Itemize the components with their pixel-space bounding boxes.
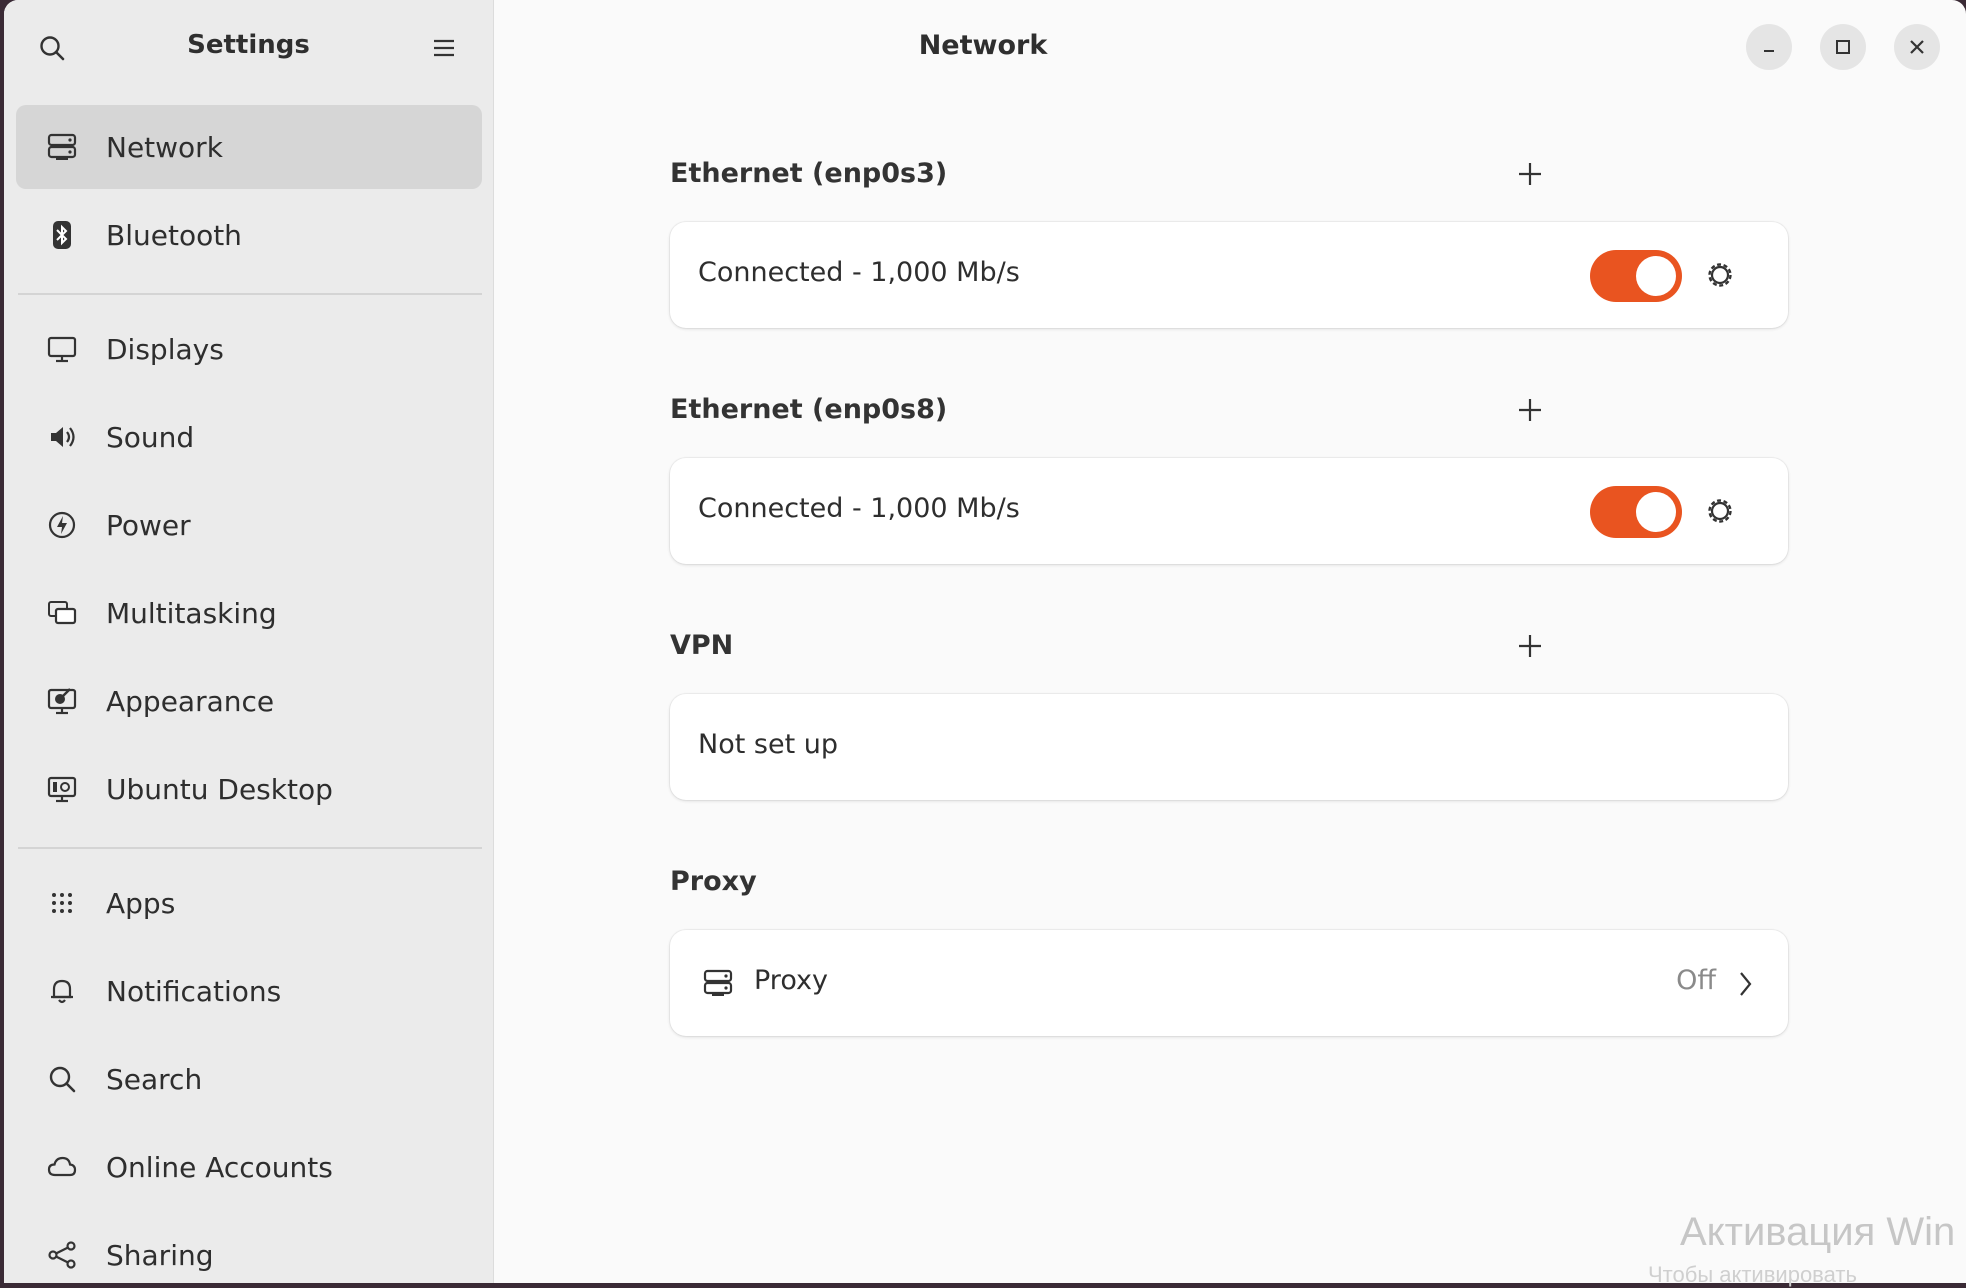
sidebar-item-label: Ubuntu Desktop bbox=[106, 772, 333, 806]
sidebar-item-label: Bluetooth bbox=[106, 218, 242, 252]
proxy-row[interactable]: Proxy Off bbox=[670, 930, 1788, 1036]
main-content: Network Ethernet (enp0s3) Connected - 1,… bbox=[494, 0, 1966, 1283]
sidebar-item-displays[interactable]: Displays bbox=[16, 307, 482, 391]
section-title-proxy: Proxy bbox=[670, 866, 757, 897]
gear-icon bbox=[1708, 499, 1732, 523]
add-vpn-button[interactable] bbox=[1508, 624, 1552, 668]
plus-icon bbox=[1519, 163, 1541, 185]
add-connection-button[interactable] bbox=[1508, 388, 1552, 432]
sidebar-item-label: Online Accounts bbox=[106, 1150, 333, 1184]
connection-toggle[interactable] bbox=[1590, 486, 1682, 538]
sidebar-item-appearance[interactable]: Appearance bbox=[16, 659, 482, 743]
network-icon bbox=[698, 963, 738, 1003]
chevron-right-icon bbox=[1730, 964, 1760, 1004]
share-icon bbox=[42, 1235, 82, 1275]
sidebar-item-label: Power bbox=[106, 508, 191, 542]
minimize-icon bbox=[1764, 50, 1774, 52]
sidebar-item-apps[interactable]: Apps bbox=[16, 861, 482, 945]
sidebar-item-ubuntu-desktop[interactable]: Ubuntu Desktop bbox=[16, 747, 482, 831]
page-title: Network bbox=[918, 30, 1048, 61]
vpn-status: Not set up bbox=[698, 729, 838, 760]
gear-icon bbox=[1708, 263, 1732, 287]
connection-card: Connected - 1,000 Mb/s bbox=[670, 222, 1788, 328]
maximize-icon bbox=[1836, 40, 1850, 54]
proxy-status: Off bbox=[1676, 965, 1716, 996]
close-icon bbox=[1910, 40, 1924, 54]
sidebar-item-multitasking[interactable]: Multitasking bbox=[16, 571, 482, 655]
activation-watermark: Активация Win bbox=[1680, 1210, 1956, 1254]
bell-icon bbox=[42, 971, 82, 1011]
activation-watermark-subtitle: Чтобы активировать bbox=[1648, 1262, 1857, 1287]
sidebar-item-search[interactable]: Search bbox=[16, 1037, 482, 1121]
sidebar-item-label: Search bbox=[106, 1062, 203, 1096]
sidebar-item-power[interactable]: Power bbox=[16, 483, 482, 567]
sidebar-header: Settings bbox=[4, 0, 493, 96]
sidebar-item-sharing[interactable]: Sharing bbox=[16, 1213, 482, 1283]
toggle-knob bbox=[1636, 492, 1676, 532]
connection-card: Connected - 1,000 Mb/s bbox=[670, 458, 1788, 564]
sidebar-item-online-accounts[interactable]: Online Accounts bbox=[16, 1125, 482, 1209]
main-menu-button[interactable] bbox=[424, 28, 464, 68]
ubuntu-desktop-icon bbox=[42, 769, 82, 809]
sidebar-item-label: Notifications bbox=[106, 974, 282, 1008]
section-title-ethernet-enp0s8: Ethernet (enp0s8) bbox=[670, 394, 948, 425]
sidebar: Settings Network Bluetooth Displays Soun… bbox=[4, 0, 494, 1283]
sidebar-item-label: Appearance bbox=[106, 684, 275, 718]
sidebar-title: Settings bbox=[187, 30, 310, 60]
network-icon bbox=[42, 127, 82, 167]
sidebar-item-network[interactable]: Network bbox=[16, 105, 482, 189]
add-connection-button[interactable] bbox=[1508, 152, 1552, 196]
settings-window: Settings Network Bluetooth Displays Soun… bbox=[4, 0, 1966, 1283]
sidebar-item-label: Network bbox=[106, 130, 223, 164]
sidebar-item-label: Sharing bbox=[106, 1238, 214, 1272]
sidebar-separator bbox=[18, 293, 482, 295]
multitasking-icon bbox=[42, 593, 82, 633]
maximize-button[interactable] bbox=[1820, 24, 1866, 70]
speaker-icon bbox=[42, 417, 82, 457]
toggle-knob bbox=[1636, 256, 1676, 296]
bluetooth-icon bbox=[42, 215, 82, 255]
sidebar-item-notifications[interactable]: Notifications bbox=[16, 949, 482, 1033]
hamburger-menu-icon bbox=[434, 39, 454, 57]
plus-icon bbox=[1519, 635, 1541, 657]
connection-status: Connected - 1,000 Mb/s bbox=[698, 493, 1020, 524]
section-title-vpn: VPN bbox=[670, 630, 734, 661]
apps-grid-icon bbox=[42, 883, 82, 923]
section-title-ethernet-enp0s3: Ethernet (enp0s3) bbox=[670, 158, 948, 189]
sidebar-item-label: Multitasking bbox=[106, 596, 277, 630]
plus-icon bbox=[1519, 399, 1541, 421]
cloud-icon bbox=[42, 1147, 82, 1187]
sidebar-item-bluetooth[interactable]: Bluetooth bbox=[16, 193, 482, 277]
sidebar-separator bbox=[18, 847, 482, 849]
connection-toggle[interactable] bbox=[1590, 250, 1682, 302]
power-icon bbox=[42, 505, 82, 545]
proxy-label: Proxy bbox=[754, 965, 828, 996]
connection-status: Connected - 1,000 Mb/s bbox=[698, 257, 1020, 288]
minimize-button[interactable] bbox=[1746, 24, 1792, 70]
sidebar-item-label: Sound bbox=[106, 420, 195, 454]
sidebar-item-label: Apps bbox=[106, 886, 176, 920]
display-icon bbox=[42, 329, 82, 369]
appearance-icon bbox=[42, 681, 82, 721]
connection-settings-button[interactable] bbox=[1700, 255, 1740, 295]
sidebar-item-label: Displays bbox=[106, 332, 224, 366]
vpn-card: Not set up bbox=[670, 694, 1788, 800]
connection-settings-button[interactable] bbox=[1700, 491, 1740, 531]
sidebar-item-sound[interactable]: Sound bbox=[16, 395, 482, 479]
search-icon bbox=[42, 1059, 82, 1099]
close-button[interactable] bbox=[1894, 24, 1940, 70]
